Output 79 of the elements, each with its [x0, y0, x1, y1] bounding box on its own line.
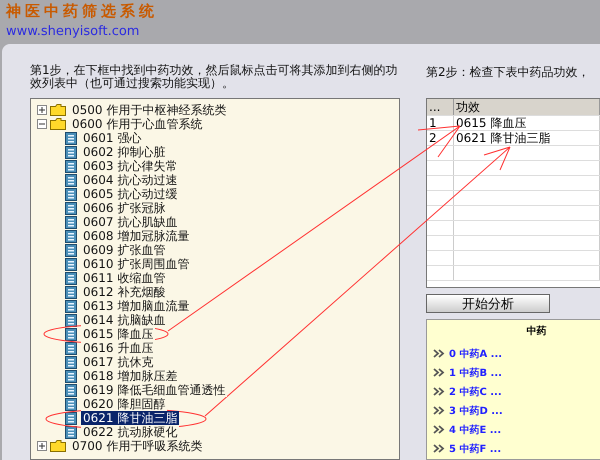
table-cell: 0615 降血压 [454, 116, 600, 130]
double-chevron-icon [433, 406, 445, 415]
document-icon [65, 300, 77, 312]
tree-item[interactable]: 0610 扩张周围血管 [81, 257, 192, 271]
double-chevron-icon [433, 368, 445, 377]
column-header: ... [427, 99, 454, 115]
tree-item[interactable]: 0615 降血压 [81, 327, 156, 341]
tree-item[interactable]: 0600 作用于心血管系统 [70, 117, 204, 131]
herb-link[interactable]: 4 中药E ... [449, 422, 502, 436]
step-instruction: 第1步，在下框中找到中药功效，然后鼠标点击可将其添加到右侧的功效列表中（也可通过搜索功能实现）。 [30, 64, 399, 92]
tree-item[interactable]: 0617 抗休克 [81, 355, 156, 369]
herb-link[interactable]: 2 中药C ... [449, 384, 502, 398]
tree-item[interactable]: 0620 降胆固醇 [81, 397, 168, 411]
folder-icon [50, 118, 66, 130]
document-icon [65, 342, 77, 354]
results-header: 中药 [526, 324, 546, 338]
tree-item[interactable]: 0622 抗动脉硬化 [81, 425, 180, 439]
document-icon [65, 356, 77, 368]
herb-link[interactable]: 3 中药D ... [449, 404, 503, 418]
document-icon [65, 370, 77, 382]
tree-item[interactable]: 0611 收缩血管 [81, 271, 168, 285]
plus-icon [39, 443, 45, 449]
document-icon [65, 174, 77, 186]
herb-link[interactable]: 0 中药A ... [449, 346, 502, 360]
document-icon [65, 202, 77, 214]
tree-item[interactable]: 0609 扩张血管 [81, 243, 168, 257]
tree-item[interactable]: 0618 增加脉压差 [81, 369, 180, 383]
document-icon [65, 412, 77, 424]
tree-item[interactable]: 0612 补充烟酸 [81, 285, 168, 299]
tree-item[interactable]: 0500 作用于中枢神经系统类 [70, 103, 228, 117]
tree-item[interactable]: 0608 增加冠脉流量 [81, 229, 192, 243]
tree-item[interactable]: 0601 强心 [81, 131, 144, 145]
document-icon [65, 328, 77, 340]
herb-link[interactable]: 1 中药B ... [449, 366, 502, 380]
double-chevron-icon [433, 387, 445, 396]
document-icon [65, 160, 77, 172]
document-icon [65, 244, 77, 256]
document-icon [65, 426, 77, 438]
tree-item[interactable]: 0621 降甘油三脂 [81, 411, 180, 425]
expand-toggle[interactable] [37, 105, 47, 115]
tree-item[interactable]: 0602 抑制心脏 [81, 145, 168, 159]
document-icon [65, 146, 77, 158]
document-icon [65, 314, 77, 326]
table-cell: 1 [427, 116, 454, 130]
document-icon [65, 216, 77, 228]
document-icon [65, 398, 77, 410]
document-icon [65, 272, 77, 284]
folder-icon [50, 104, 66, 116]
tree-item[interactable]: 0605 抗心动过缓 [81, 187, 180, 201]
tree-item[interactable]: 0604 抗心动过速 [81, 173, 180, 187]
document-icon [65, 188, 77, 200]
tree-item[interactable]: 0613 增加脑血流量 [81, 299, 192, 313]
folder-icon [50, 440, 66, 452]
document-icon [65, 132, 77, 144]
table-cell: 0621 降甘油三脂 [454, 131, 600, 145]
collapse-toggle[interactable] [37, 119, 47, 129]
tree-item[interactable]: 0614 抗脑缺血 [81, 313, 168, 327]
plus-icon [39, 107, 45, 113]
double-chevron-icon [433, 444, 445, 453]
double-chevron-icon [433, 349, 445, 358]
herb-link[interactable]: 5 中药F ... [449, 442, 502, 456]
tree-item[interactable]: 0607 抗心肌缺血 [81, 215, 180, 229]
document-icon [65, 384, 77, 396]
tree-item[interactable]: 0616 升血压 [81, 341, 156, 355]
tree-item[interactable]: 0700 作用于呼吸系统类 [70, 439, 204, 453]
minus-icon [39, 121, 45, 127]
double-chevron-icon [433, 425, 445, 434]
tree-item[interactable]: 0619 降低毛细血管通透性 [81, 383, 228, 397]
app-title: 神医中药筛选系统 [6, 2, 158, 21]
document-icon [65, 286, 77, 298]
start-analysis-button[interactable]: 开始分析 [426, 294, 550, 313]
document-icon [65, 258, 77, 270]
table-cell: 2 [427, 131, 454, 145]
tree-item[interactable]: 0606 扩张冠脉 [81, 201, 168, 215]
document-icon [65, 230, 77, 242]
column-header: 功效 [454, 99, 600, 115]
expand-toggle[interactable] [37, 441, 47, 451]
website-url: www.shenyisoft.com [6, 24, 140, 39]
step-instruction: 第2步：检查下表中药品功效， [426, 64, 591, 81]
